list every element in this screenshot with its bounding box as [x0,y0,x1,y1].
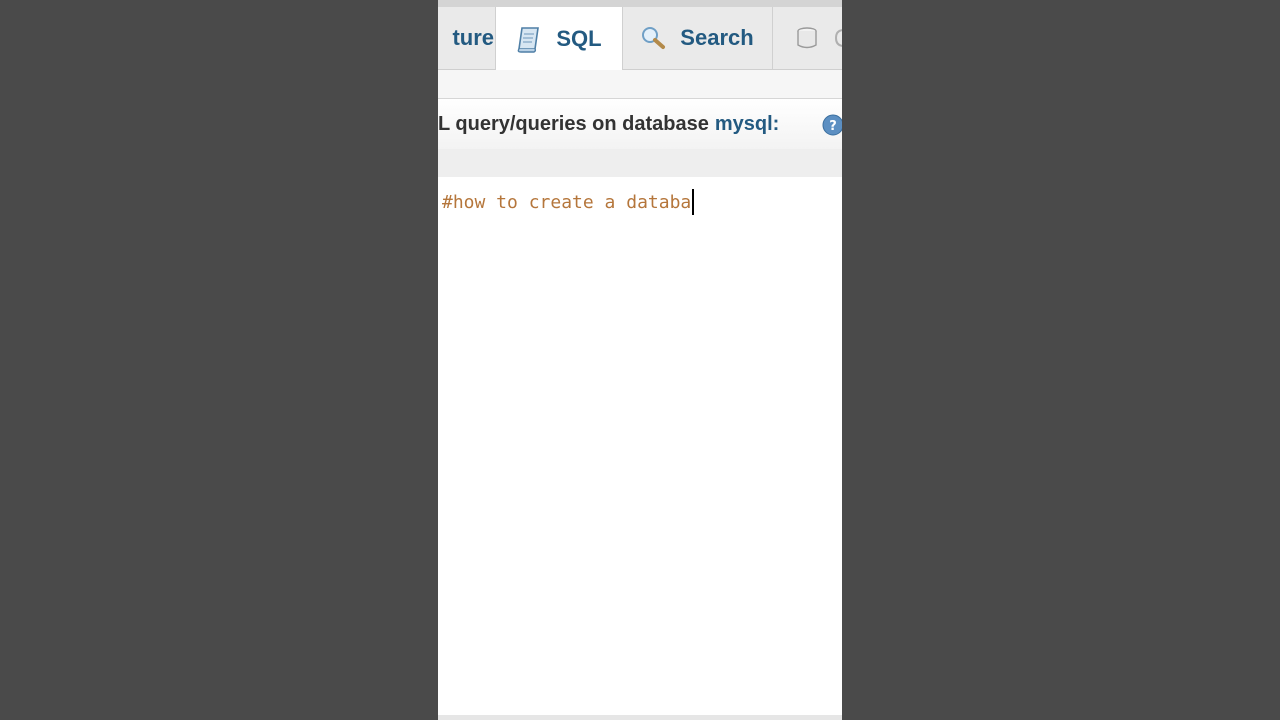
top-strip [438,0,842,7]
tab-bar: ture SQL Search [438,7,842,70]
tab-sql[interactable]: SQL [495,7,623,70]
editor-line: #how to create a databa [442,189,695,215]
database-icon [797,27,817,49]
database-link[interactable]: mysql: [715,113,779,136]
phpmyadmin-panel: ture SQL Search L query/queries on datab… [438,0,842,720]
editor-comment-text: #how to create a databa [442,191,692,213]
bottom-strip [438,715,842,720]
svg-text:?: ? [829,119,837,134]
run-query-heading: L query/queries on database mysql: ? [438,98,842,150]
help-icon[interactable]: ? [822,114,842,136]
editor-toolbar [438,149,842,177]
sub-toolbar-gap [438,70,842,98]
tab-query[interactable] [774,7,842,69]
tab-search-label: Search [680,25,754,50]
partial-icon [834,29,842,47]
tab-structure-label: ture [452,25,494,50]
text-caret [692,189,695,215]
tab-structure[interactable]: ture [438,7,497,69]
sql-query-editor[interactable]: #how to create a databa [438,177,842,715]
heading-prefix: L query/queries on database [438,112,709,135]
sql-scroll-icon [518,26,540,53]
tab-sql-label: SQL [556,25,602,51]
search-magnifier-icon [642,27,666,49]
tab-search[interactable]: Search [622,7,773,69]
